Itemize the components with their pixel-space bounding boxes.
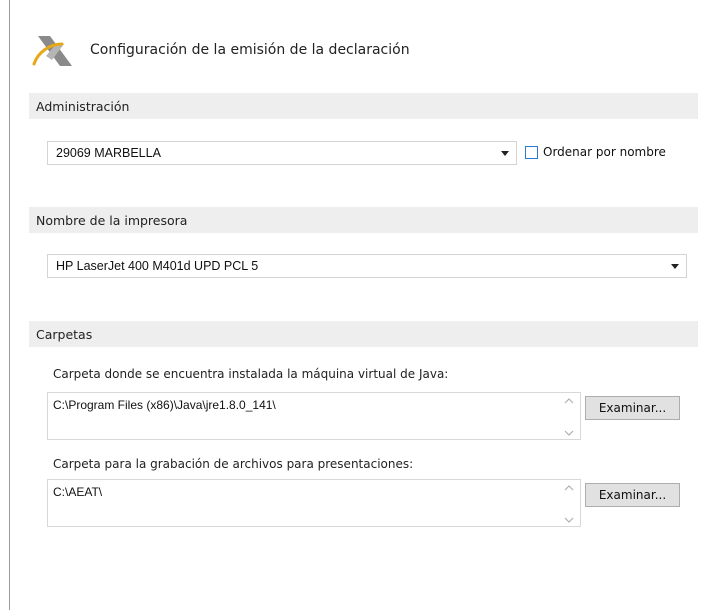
examinar-grabacion-button[interactable]: Examinar... [585,483,680,507]
ordenar-por-nombre-label: Ordenar por nombre [543,145,666,159]
grabacion-folder-field[interactable]: C:\AEAT\ [47,479,581,527]
chevron-up-icon[interactable] [564,485,574,491]
section-administracion: Administración [29,93,698,119]
grabacion-folder-value: C:\AEAT\ [53,485,103,499]
java-folder-label: Carpeta donde se encuentra instalada la … [53,367,449,381]
administracion-select-value: 29069 MARBELLA [56,146,161,160]
java-folder-scrollbar[interactable] [558,393,580,439]
chevron-down-icon[interactable] [664,255,686,277]
chevron-down-icon[interactable] [564,430,574,436]
grabacion-folder-label: Carpeta para la grabación de archivos pa… [53,457,414,471]
grabacion-folder-scrollbar[interactable] [558,480,580,526]
administracion-select[interactable]: 29069 MARBELLA [47,141,517,165]
aeat-logo-icon [32,36,72,66]
java-folder-value: C:\Program Files (x86)\Java\jre1.8.0_141… [53,398,276,412]
impresora-select[interactable]: HP LaserJet 400 M401d UPD PCL 5 [47,254,687,278]
dialog-header: Configuración de la emisión de la declar… [32,30,410,70]
chevron-down-icon[interactable] [564,517,574,523]
chevron-up-icon[interactable] [564,398,574,404]
chevron-down-icon[interactable] [494,142,516,164]
ordenar-por-nombre-checkbox[interactable] [525,145,538,159]
java-folder-field[interactable]: C:\Program Files (x86)\Java\jre1.8.0_141… [47,392,581,440]
impresora-select-value: HP LaserJet 400 M401d UPD PCL 5 [56,259,259,273]
examinar-java-button[interactable]: Examinar... [585,396,680,420]
section-impresora: Nombre de la impresora [29,207,698,233]
ordenar-por-nombre-option[interactable]: Ordenar por nombre [525,145,666,159]
window-left-border [9,0,10,610]
section-carpetas: Carpetas [29,321,698,347]
dialog-title: Configuración de la emisión de la declar… [90,42,410,58]
